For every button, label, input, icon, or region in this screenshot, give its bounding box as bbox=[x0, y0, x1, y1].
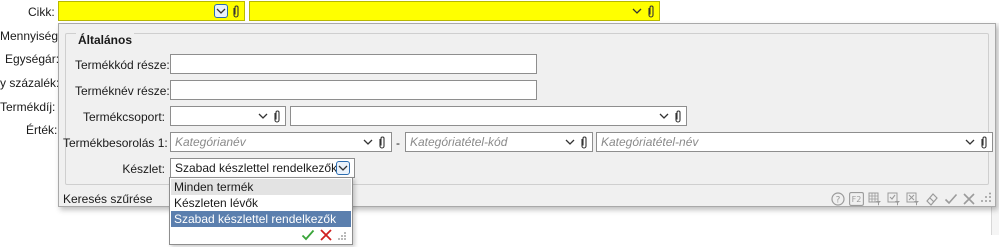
chevron-down-icon[interactable] bbox=[336, 161, 350, 175]
tetelnev-placeholder: Kategóriatétel-név bbox=[601, 135, 699, 149]
filter-check-icon[interactable] bbox=[886, 191, 902, 207]
keszlet-select[interactable]: Szabad készlettel rendelkezők bbox=[170, 158, 355, 178]
szazalek-label: y százalék: bbox=[0, 76, 60, 90]
ok-icon[interactable] bbox=[943, 191, 959, 207]
mennyiseg-label: Mennyiség: bbox=[0, 29, 62, 43]
attachment-icon[interactable] bbox=[673, 109, 683, 123]
separator-dash: - bbox=[396, 136, 400, 150]
svg-text:?: ? bbox=[836, 196, 841, 206]
chevron-down-icon[interactable] bbox=[361, 135, 375, 149]
keszlet-dropdown-list: Minden termék Készleten lévők Szabad kés… bbox=[169, 177, 353, 245]
attachment-icon[interactable] bbox=[579, 135, 589, 149]
attachment-icon[interactable] bbox=[272, 109, 282, 123]
besorolas-label: Termékbesorolás 1: bbox=[63, 136, 168, 150]
help-icon[interactable]: ? bbox=[830, 191, 846, 207]
termeknev-input[interactable] bbox=[170, 80, 537, 100]
tetelkod-placeholder: Kategóriatétel-kód bbox=[410, 135, 508, 149]
attachment-icon[interactable] bbox=[979, 135, 989, 149]
chevron-down-icon[interactable] bbox=[214, 4, 228, 18]
attachment-icon[interactable] bbox=[231, 4, 241, 18]
ertek-label: Érték: bbox=[26, 123, 58, 137]
cikk-code-combobox[interactable] bbox=[58, 1, 245, 21]
group-title: Általános bbox=[76, 33, 135, 47]
termekdij-label: Termékdíj: bbox=[0, 100, 56, 114]
filter-grid-icon[interactable] bbox=[867, 191, 883, 207]
chevron-down-icon[interactable] bbox=[256, 109, 270, 123]
tetelnev-combobox[interactable]: Kategóriatétel-név bbox=[596, 132, 993, 152]
filter-clear-icon[interactable] bbox=[905, 191, 921, 207]
tetelkod-combobox[interactable]: Kategóriatétel-kód bbox=[405, 132, 593, 152]
dropdown-option-2[interactable]: Szabad készlettel rendelkezők bbox=[171, 211, 351, 227]
cikk-name-combobox[interactable] bbox=[249, 1, 660, 21]
chevron-down-icon[interactable] bbox=[630, 4, 644, 18]
termekcsoport-label: Termékcsoport: bbox=[82, 110, 165, 124]
svg-text:F2: F2 bbox=[851, 195, 861, 204]
dropdown-option-1[interactable]: Készleten lévők bbox=[171, 195, 351, 211]
dropdown-footer bbox=[171, 226, 351, 244]
more-icon[interactable] bbox=[978, 191, 994, 207]
kategorianev-combobox[interactable]: Kategórianév bbox=[170, 132, 392, 152]
eraser-icon[interactable] bbox=[924, 191, 940, 207]
termekkod-input[interactable] bbox=[170, 54, 537, 74]
panel-toolbar: ? F2 bbox=[830, 191, 991, 207]
termekkod-label: Termékkód része: bbox=[75, 58, 170, 72]
keszlet-label: Készlet: bbox=[122, 162, 165, 176]
cancel-icon[interactable] bbox=[961, 191, 977, 207]
attachment-icon[interactable] bbox=[377, 135, 387, 149]
chevron-down-icon[interactable] bbox=[963, 135, 977, 149]
resize-grip-icon[interactable] bbox=[337, 230, 347, 240]
accept-check-icon[interactable] bbox=[301, 228, 315, 242]
termekcsoport-code-combobox[interactable] bbox=[170, 106, 286, 126]
reject-x-icon[interactable] bbox=[319, 228, 333, 242]
termeknev-label: Terméknév része: bbox=[75, 84, 170, 98]
kategorianev-placeholder: Kategórianév bbox=[175, 135, 246, 149]
f2-key-icon[interactable]: F2 bbox=[848, 191, 864, 207]
keszlet-value: Szabad készlettel rendelkezők bbox=[175, 161, 338, 175]
attachment-icon[interactable] bbox=[646, 4, 656, 18]
egysegar-label: Egységár: bbox=[5, 52, 60, 66]
dropdown-option-0[interactable]: Minden termék bbox=[171, 179, 351, 195]
termekcsoport-name-combobox[interactable] bbox=[290, 106, 687, 126]
filter-label: Keresés szűrése bbox=[63, 192, 153, 206]
cikk-label: Cikk: bbox=[28, 5, 55, 19]
chevron-down-icon[interactable] bbox=[657, 109, 671, 123]
chevron-down-icon[interactable] bbox=[563, 135, 577, 149]
